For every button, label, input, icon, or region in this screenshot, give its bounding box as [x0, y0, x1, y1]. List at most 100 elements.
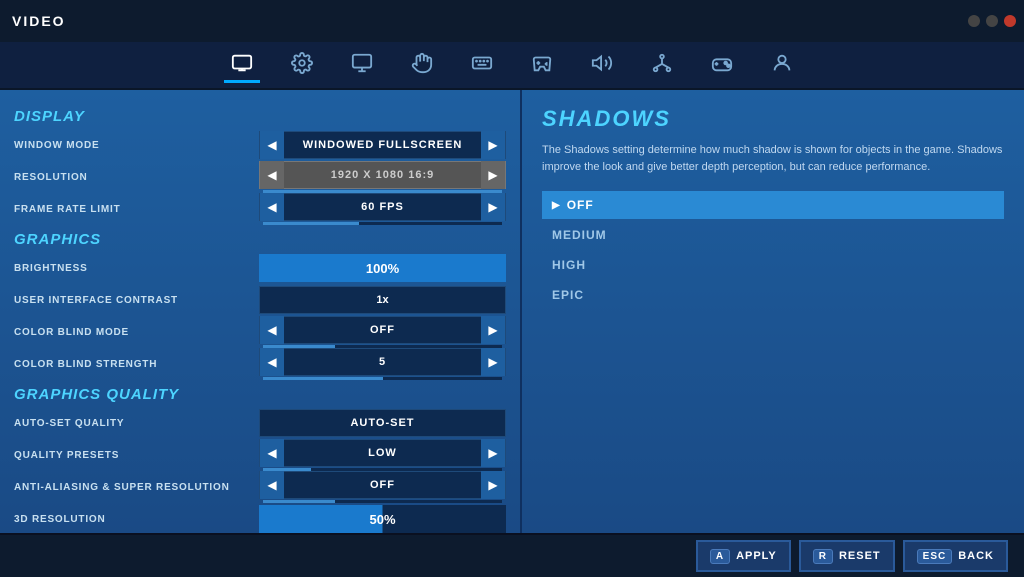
resolution-label: RESOLUTION	[14, 172, 259, 183]
nav-account[interactable]	[764, 47, 800, 83]
color-blind-mode-next[interactable]: ▶	[481, 316, 505, 344]
ui-contrast-row: USER INTERFACE CONTRAST 1x	[14, 286, 506, 314]
graphics-section-title: GRAPHICS	[14, 231, 506, 248]
color-blind-mode-prev[interactable]: ◀	[260, 316, 284, 344]
3d-resolution-label: 3D RESOLUTION	[14, 514, 259, 525]
color-blind-strength-slider-fill	[263, 377, 383, 380]
detail-title: SHADOWS	[542, 106, 1004, 132]
color-blind-strength-label: COLOR BLIND STRENGTH	[14, 359, 259, 370]
main-layout: DISPLAY WINDOW MODE ◀ WINDOWED FULLSCREE…	[0, 90, 1024, 533]
color-blind-mode-control: ◀ OFF ▶	[259, 318, 506, 346]
frame-rate-slider-fill	[263, 222, 359, 225]
settings-panel: DISPLAY WINDOW MODE ◀ WINDOWED FULLSCREE…	[0, 90, 520, 533]
brightness-row: BRIGHTNESS 100%	[14, 254, 506, 282]
quality-presets-prev[interactable]: ◀	[260, 439, 284, 467]
anti-aliasing-next[interactable]: ▶	[481, 471, 505, 499]
color-blind-mode-selector[interactable]: ◀ OFF ▶	[259, 316, 506, 344]
apply-button[interactable]: A APPLY	[696, 540, 791, 572]
nav-settings[interactable]	[284, 47, 320, 83]
color-blind-mode-label: COLOR BLIND MODE	[14, 327, 259, 338]
color-blind-strength-selector[interactable]: ◀ 5 ▶	[259, 348, 506, 376]
ui-contrast-value: 1x	[376, 294, 388, 306]
reset-key: R	[813, 549, 833, 564]
frame-rate-next[interactable]: ▶	[481, 193, 505, 221]
color-blind-strength-value: 5	[284, 356, 481, 368]
window-title: VIDEO	[12, 13, 66, 29]
color-blind-mode-row: COLOR BLIND MODE ◀ OFF ▶	[14, 318, 506, 346]
frame-rate-label: FRAME RATE LIMIT	[14, 204, 259, 215]
bottom-bar: A APPLY R RESET ESC BACK	[0, 533, 1024, 577]
window-mode-control: ◀ WINDOWED FULLSCREEN ▶	[259, 131, 506, 159]
ui-contrast-control: 1x	[259, 286, 506, 314]
ui-contrast-selector[interactable]: 1x	[259, 286, 506, 314]
3d-resolution-row: 3D RESOLUTION 50%	[14, 505, 506, 533]
window-mode-value: WINDOWED FULLSCREEN	[284, 139, 481, 151]
window-mode-row: WINDOW MODE ◀ WINDOWED FULLSCREEN ▶	[14, 131, 506, 159]
option-high[interactable]: HIGH	[542, 251, 1004, 279]
anti-aliasing-prev[interactable]: ◀	[260, 471, 284, 499]
graphics-quality-section-title: GRAPHICS QUALITY	[14, 386, 506, 403]
color-blind-strength-prev[interactable]: ◀	[260, 348, 284, 376]
nav-network[interactable]	[644, 47, 680, 83]
3d-resolution-slider[interactable]: 50%	[259, 505, 506, 533]
quality-presets-next[interactable]: ▶	[481, 439, 505, 467]
color-blind-strength-slider	[263, 377, 502, 380]
window-mode-prev[interactable]: ◀	[260, 131, 284, 159]
apply-key: A	[710, 549, 730, 564]
option-medium-label: MEDIUM	[552, 228, 607, 242]
nav-audio[interactable]	[584, 47, 620, 83]
quality-presets-control: ◀ LOW ▶	[259, 441, 506, 469]
option-high-label: HIGH	[552, 258, 586, 272]
3d-resolution-control: 50%	[259, 505, 506, 533]
apply-label: APPLY	[736, 550, 777, 562]
back-label: BACK	[958, 550, 994, 562]
window-mode-selector[interactable]: ◀ WINDOWED FULLSCREEN ▶	[259, 131, 506, 159]
resolution-next[interactable]: ▶	[481, 161, 505, 189]
frame-rate-control: ◀ 60 FPS ▶	[259, 195, 506, 223]
frame-rate-prev[interactable]: ◀	[260, 193, 284, 221]
anti-aliasing-selector[interactable]: ◀ OFF ▶	[259, 471, 506, 499]
auto-set-quality-row: AUTO-SET QUALITY AUTO-SET	[14, 409, 506, 437]
resolution-prev[interactable]: ◀	[260, 161, 284, 189]
nav-gamepad[interactable]	[704, 47, 740, 83]
color-blind-mode-value: OFF	[284, 324, 481, 336]
nav-video[interactable]	[224, 47, 260, 83]
auto-set-quality-button[interactable]: AUTO-SET	[259, 409, 506, 437]
option-list: ▶ OFF MEDIUM HIGH EPIC	[542, 191, 1004, 309]
close-button[interactable]	[1004, 15, 1016, 27]
back-key: ESC	[917, 549, 953, 564]
detail-panel: SHADOWS The Shadows setting determine ho…	[520, 90, 1024, 533]
minimize-button[interactable]	[968, 15, 980, 27]
nav-display2[interactable]	[344, 47, 380, 83]
brightness-slider[interactable]: 100%	[259, 254, 506, 282]
window-mode-next[interactable]: ▶	[481, 131, 505, 159]
frame-rate-slider	[263, 222, 502, 225]
anti-aliasing-label: ANTI-ALIASING & SUPER RESOLUTION	[14, 482, 259, 493]
reset-label: RESET	[839, 550, 881, 562]
color-blind-strength-next[interactable]: ▶	[481, 348, 505, 376]
3d-resolution-value: 50%	[369, 512, 395, 527]
nav-keyboard[interactable]	[464, 47, 500, 83]
quality-presets-row: QUALITY PRESETS ◀ LOW ▶	[14, 441, 506, 469]
frame-rate-row: FRAME RATE LIMIT ◀ 60 FPS ▶	[14, 195, 506, 223]
resolution-selector[interactable]: ◀ 1920 X 1080 16:9 ▶	[259, 161, 506, 189]
frame-rate-value: 60 FPS	[284, 201, 481, 213]
selection-arrow-icon: ▶	[552, 200, 561, 211]
nav-input[interactable]	[404, 47, 440, 83]
option-off[interactable]: ▶ OFF	[542, 191, 1004, 219]
nav-controller[interactable]	[524, 47, 560, 83]
frame-rate-selector[interactable]: ◀ 60 FPS ▶	[259, 193, 506, 221]
color-blind-strength-row: COLOR BLIND STRENGTH ◀ 5 ▶	[14, 350, 506, 378]
option-medium[interactable]: MEDIUM	[542, 221, 1004, 249]
anti-aliasing-slider	[263, 500, 502, 503]
anti-aliasing-row: ANTI-ALIASING & SUPER RESOLUTION ◀ OFF ▶	[14, 473, 506, 501]
brightness-control: 100%	[259, 254, 506, 282]
option-epic[interactable]: EPIC	[542, 281, 1004, 309]
resolution-row: RESOLUTION ◀ 1920 X 1080 16:9 ▶	[14, 163, 506, 191]
back-button[interactable]: ESC BACK	[903, 540, 1008, 572]
maximize-button[interactable]	[986, 15, 998, 27]
window-controls	[968, 15, 1016, 27]
quality-presets-selector[interactable]: ◀ LOW ▶	[259, 439, 506, 467]
quality-presets-value: LOW	[284, 447, 481, 459]
reset-button[interactable]: R RESET	[799, 540, 895, 572]
